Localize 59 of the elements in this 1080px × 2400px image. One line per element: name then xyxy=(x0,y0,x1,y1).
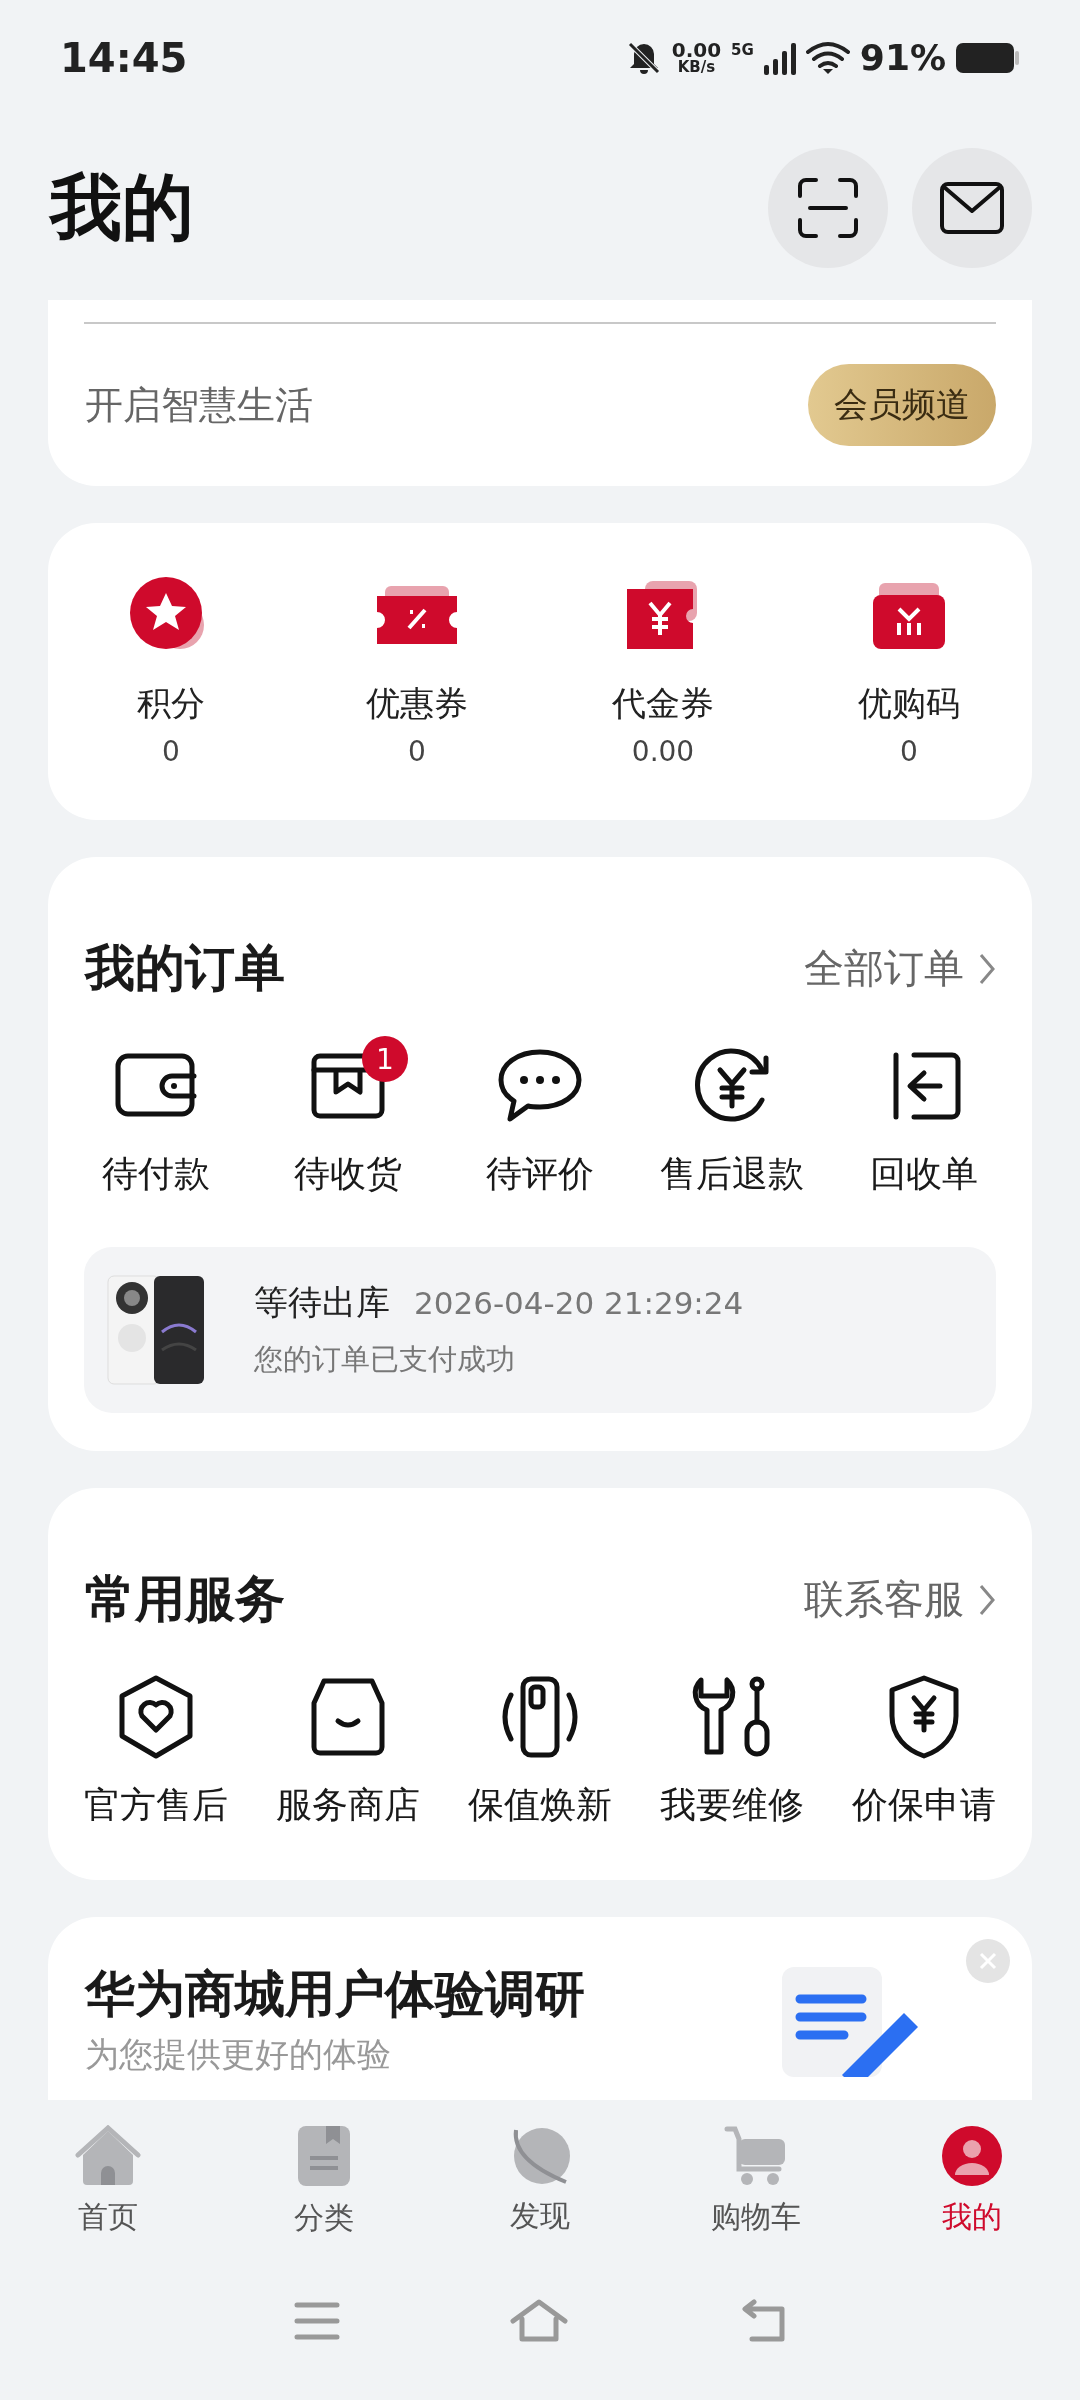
service-button[interactable]: 价保申请 xyxy=(828,1665,1020,1840)
asset-label[interactable]: 优惠券 xyxy=(366,681,468,727)
tab[interactable]: 发现 xyxy=(432,2100,648,2262)
home-icon xyxy=(510,2299,568,2343)
member-slogan: 开启智慧生活 xyxy=(85,381,313,429)
close-icon xyxy=(978,1951,998,1971)
asset-value: 0 xyxy=(408,735,426,768)
scan-icon xyxy=(796,175,860,240)
asset-value: 0.00 xyxy=(631,735,695,768)
order-message: 您的订单已支付成功 xyxy=(254,1341,516,1378)
network-speed: 0.00 xyxy=(671,40,722,60)
order-status-button[interactable]: 待收货 1 xyxy=(252,1034,444,1209)
document-icon xyxy=(296,2123,352,2188)
status-time: 14:45 xyxy=(60,34,188,81)
tab[interactable]: 购物车 xyxy=(648,2100,864,2262)
survey-title: 华为商城用户体验调研 xyxy=(85,1964,585,2025)
section-title: 我的订单 xyxy=(85,938,285,999)
chevron-right-icon xyxy=(978,1582,996,1617)
mail-icon xyxy=(939,180,1005,235)
network-type: 5G xyxy=(731,41,754,59)
order-status-button[interactable]: 回收单 xyxy=(828,1034,1020,1209)
menu-icon xyxy=(294,2301,340,2341)
survey-subtitle: 为您提供更好的体验 xyxy=(85,2033,391,2076)
order-status-button[interactable]: 待付款 xyxy=(60,1034,252,1209)
chevron-right-icon xyxy=(978,951,996,986)
tab[interactable]: 我的 xyxy=(864,2100,1080,2262)
member-channel-button[interactable]: 会员频道 xyxy=(808,364,996,446)
customer-service-link[interactable]: 联系客服 xyxy=(804,1572,996,1627)
all-orders-link[interactable]: 全部订单 xyxy=(804,941,996,996)
page-title: 我的 xyxy=(50,163,194,251)
order-status-button[interactable]: 售后退款 xyxy=(636,1034,828,1209)
order-time: 2026-04-20 21:29:24 xyxy=(414,1285,744,1321)
chat-icon xyxy=(497,1048,583,1124)
battery-percent: 91% xyxy=(859,37,946,78)
signal-icon xyxy=(763,40,796,75)
home-icon xyxy=(75,2124,141,2187)
service-button[interactable]: 服务商店 xyxy=(252,1665,444,1840)
refund-icon xyxy=(692,1048,772,1124)
latest-order[interactable]: 等待出库 2026-04-20 21:29:24 您的订单已支付成功 xyxy=(84,1247,996,1413)
asset-label[interactable]: 代金券 xyxy=(612,681,714,727)
tab[interactable]: 首页 xyxy=(0,2100,216,2262)
battery-icon xyxy=(956,40,1020,75)
profile-icon xyxy=(941,2124,1003,2187)
count-badge: 1 xyxy=(362,1036,408,1082)
section-title: 常用服务 xyxy=(85,1569,285,1630)
wifi-icon xyxy=(805,39,850,76)
speed-unit: KB/s xyxy=(677,60,716,75)
service-button[interactable]: 我要维修 xyxy=(636,1665,828,1840)
asset-label[interactable]: 优购码 xyxy=(858,681,960,727)
asset-value: 0 xyxy=(162,735,180,768)
order-status: 等待出库 xyxy=(254,1281,390,1324)
order-status-button[interactable]: 待评价 xyxy=(444,1034,636,1209)
wallet-icon xyxy=(114,1052,198,1120)
shield-icon xyxy=(887,1674,961,1760)
asset-label[interactable]: 积分 xyxy=(137,681,205,727)
service-button[interactable]: 官方售后 xyxy=(60,1665,252,1840)
asset-value: 0 xyxy=(900,735,918,768)
tab[interactable]: 分类 xyxy=(216,2100,432,2262)
service-button[interactable]: 保值焕新 xyxy=(444,1665,636,1840)
